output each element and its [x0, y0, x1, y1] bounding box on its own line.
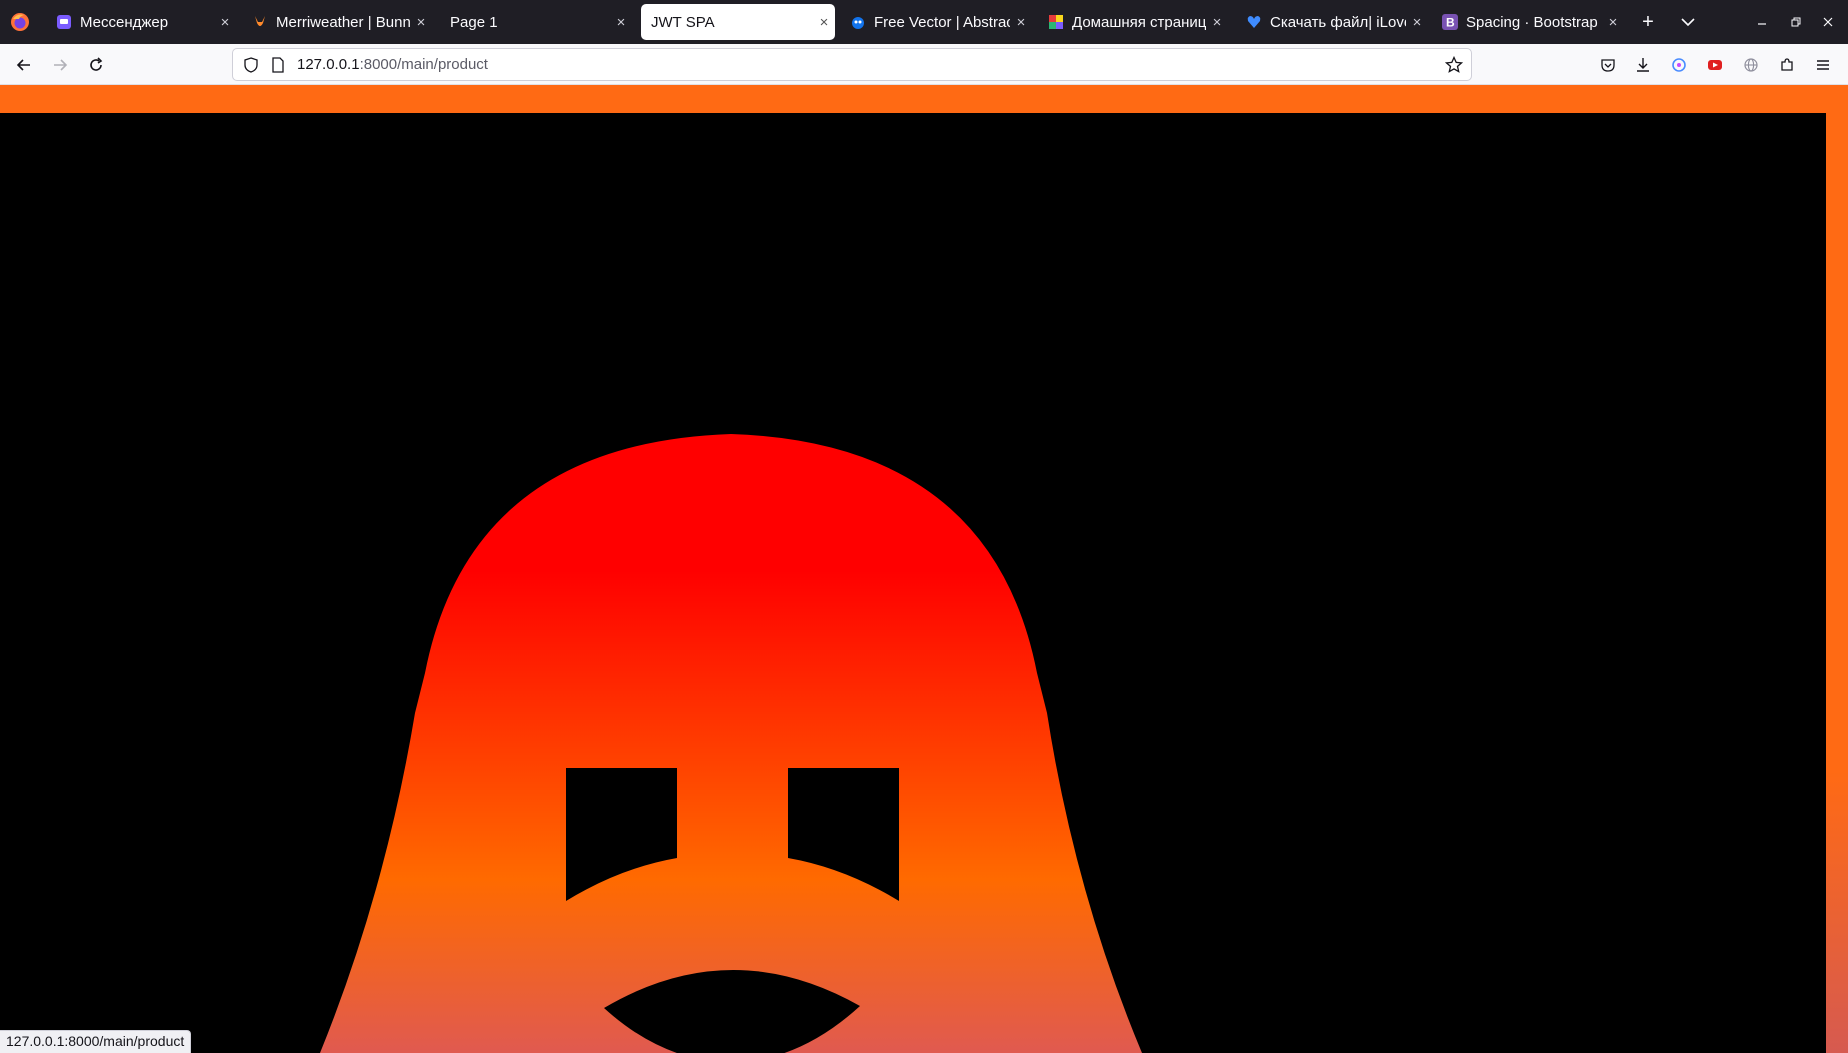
- pocket-icon[interactable]: [1596, 53, 1620, 77]
- address-bar[interactable]: 127.0.0.1:8000/main/product: [232, 48, 1472, 81]
- tab-title: Домашняя страница: [1072, 13, 1206, 31]
- tab-page-1[interactable]: Page 1 ×: [440, 4, 632, 40]
- tab-title: Merriweather | Bunny: [276, 13, 410, 31]
- tab-bootstrap[interactable]: B Spacing · Bootstrap ×: [1432, 4, 1624, 40]
- tab-home-page[interactable]: Домашняя страница ×: [1038, 4, 1228, 40]
- restore-icon[interactable]: [1786, 12, 1806, 32]
- url-path: :8000/main/product: [359, 56, 488, 73]
- minimize-icon[interactable]: [1752, 12, 1772, 32]
- tab-bar: Мессенджер × Merriweather | Bunny × Page…: [0, 0, 1848, 44]
- tab-ilovepdf[interactable]: Скачать файл| iLovePDF ×: [1236, 4, 1428, 40]
- reload-icon[interactable]: [83, 52, 109, 78]
- bootstrap-icon: B: [1442, 14, 1458, 30]
- firefox-icon[interactable]: [10, 12, 30, 32]
- globe-icon[interactable]: [1739, 53, 1763, 77]
- forward-icon[interactable]: [47, 52, 73, 78]
- close-icon[interactable]: ×: [1602, 14, 1624, 31]
- close-icon[interactable]: ×: [214, 14, 236, 31]
- url-text[interactable]: 127.0.0.1:8000/main/product: [297, 56, 488, 73]
- chat-icon: [56, 14, 72, 30]
- page-info-icon[interactable]: [271, 56, 285, 73]
- ghost-illustration: [320, 434, 1142, 1053]
- freepik-icon: [850, 14, 866, 30]
- tab-messenger[interactable]: Мессенджер ×: [46, 4, 236, 40]
- close-icon[interactable]: ×: [1406, 14, 1428, 31]
- close-icon[interactable]: ×: [1206, 14, 1228, 31]
- tab-title: Page 1: [450, 13, 498, 31]
- page-right-edge: [1826, 113, 1848, 1053]
- tab-title: JWT SPA: [651, 13, 715, 31]
- close-icon[interactable]: ×: [410, 14, 432, 31]
- tab-merriweather[interactable]: Merriweather | Bunny ×: [242, 4, 432, 40]
- video-extension-icon[interactable]: [1703, 53, 1727, 77]
- close-icon[interactable]: ×: [610, 14, 632, 31]
- browser-window: Мессенджер × Merriweather | Bunny × Page…: [0, 0, 1848, 1053]
- page-canvas: [0, 113, 1826, 1053]
- tab-title: Spacing · Bootstrap: [1466, 13, 1598, 31]
- download-icon[interactable]: [1631, 53, 1655, 77]
- close-icon[interactable]: ×: [813, 14, 835, 31]
- navigation-bar: 127.0.0.1:8000/main/product: [0, 44, 1848, 85]
- tab-free-vector[interactable]: Free Vector | Abstract ×: [840, 4, 1032, 40]
- svg-text:B: B: [1446, 16, 1455, 30]
- tab-jwt-spa[interactable]: JWT SPA ×: [641, 4, 835, 40]
- heart-icon: [1246, 14, 1262, 30]
- tab-title: Free Vector | Abstract: [874, 13, 1010, 31]
- tab-list-icon[interactable]: [1676, 10, 1700, 34]
- back-icon[interactable]: [11, 52, 37, 78]
- bunny-icon: [252, 14, 268, 30]
- new-tab-icon[interactable]: +: [1636, 10, 1660, 34]
- close-window-icon[interactable]: [1818, 12, 1838, 32]
- grid-color-icon: [1048, 14, 1064, 30]
- extension-color-icon[interactable]: [1667, 53, 1691, 77]
- tab-title: Мессенджер: [80, 13, 169, 31]
- bookmark-star-icon[interactable]: [1445, 56, 1463, 74]
- ghost-body: [320, 434, 1142, 1053]
- extensions-puzzle-icon[interactable]: [1775, 53, 1799, 77]
- tab-title: Скачать файл| iLovePDF: [1270, 13, 1406, 31]
- shield-icon[interactable]: [243, 56, 259, 73]
- status-bar-url: 127.0.0.1:8000/main/product: [0, 1030, 192, 1053]
- url-host: 127.0.0.1: [297, 56, 360, 73]
- close-icon[interactable]: ×: [1010, 14, 1032, 31]
- menu-hamburger-icon[interactable]: [1811, 53, 1835, 77]
